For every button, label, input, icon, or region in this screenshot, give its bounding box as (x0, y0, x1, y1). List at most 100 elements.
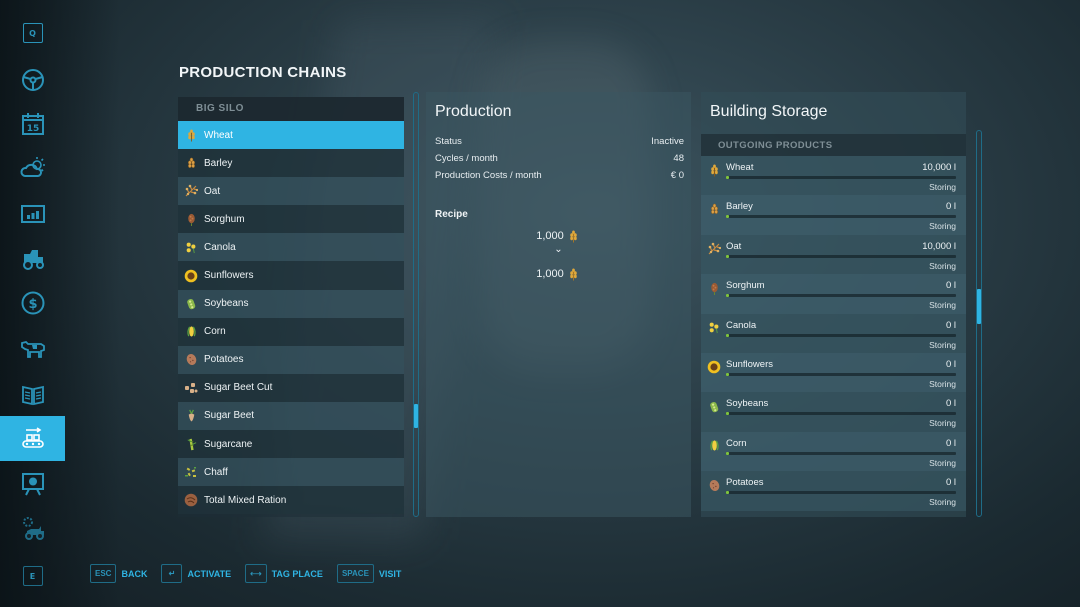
storage-item-sorghum[interactable]: Sorghum 0 l Storing (701, 274, 966, 314)
storage-item-name: Soybeans (726, 398, 769, 410)
storage-item-wheat[interactable]: Wheat 10,000 l Storing (701, 156, 966, 196)
production-list-scroll-thumb[interactable] (414, 404, 418, 429)
list-item-label: Sugar Beet Cut (204, 382, 273, 394)
hint-activate-button[interactable]: ↵ ACTIVATE (161, 564, 231, 583)
list-group-header: BIG SILO (178, 97, 404, 121)
sidebar-item-prices[interactable] (0, 192, 65, 236)
storage-item-name: Potatoes (726, 477, 764, 489)
hint-visit-button[interactable]: SPACE VISIT (336, 564, 402, 583)
corn-icon (184, 325, 198, 339)
sugar-beet-icon (184, 409, 198, 423)
barley-icon (184, 156, 198, 170)
list-item-label: Sorghum (204, 213, 245, 225)
cycles-value: 48 (673, 153, 684, 164)
storage-fill-bar-level (726, 491, 729, 495)
storage-item-amount: 10,000 l (922, 240, 956, 252)
hint-label: ACTIVATE (187, 568, 232, 579)
storage-item-soybeans[interactable]: Soybeans 0 l Storing (701, 392, 966, 432)
storage-item-sunflowers[interactable]: Sunflowers 0 l Storing (701, 352, 966, 393)
sugar-beet-cut-icon (184, 381, 198, 395)
calendar-day: 15 (26, 124, 39, 134)
input-hints-bar: ESC BACK ↵ ACTIVATE ⟷ TAG PLACE SPACE VISIT (90, 564, 415, 583)
list-item-corn[interactable]: Corn (178, 317, 404, 346)
sidebar-item-help[interactable] (0, 462, 65, 506)
storage-item-barley[interactable]: Barley 0 l Storing (701, 195, 966, 235)
sidebar-item-vehicles-map[interactable] (0, 58, 65, 102)
sidebar-item-calendar[interactable]: 15 (0, 102, 65, 146)
storage-item-status: Storing (929, 260, 956, 271)
wheat-icon (567, 267, 581, 281)
hint-label: BACK (121, 568, 148, 579)
storage-item-status: Storing (929, 339, 956, 350)
finances-icon: $ (21, 291, 44, 315)
sidebar-item-production[interactable] (0, 416, 65, 461)
canola-icon (707, 321, 721, 335)
list-item-sunflowers[interactable]: Sunflowers (178, 261, 404, 290)
hint-back-button[interactable]: ESC BACK (90, 564, 147, 583)
list-item-label: Sugar Beet (204, 410, 255, 422)
calendar-icon: 15 (21, 113, 44, 135)
sidebar-item-weather[interactable] (0, 146, 65, 190)
sidebar-item-settings[interactable] (0, 506, 65, 550)
list-item-sugar-beet-cut[interactable]: Sugar Beet Cut (178, 373, 404, 402)
storage-scrollbar[interactable] (976, 130, 982, 517)
hint-tag-place-button[interactable]: ⟷ TAG PLACE (245, 564, 323, 583)
list-item-total-mixed-ration[interactable]: Total Mixed Ration (178, 486, 404, 515)
list-item-oat[interactable]: Oat (178, 177, 404, 206)
sidebar-item-vehicles[interactable] (0, 236, 65, 280)
list-item-sugarcane[interactable]: Sugarcane (178, 430, 404, 459)
oat-icon (184, 184, 198, 198)
recipe-output: 1,000 (426, 267, 691, 281)
sidebar-prev-page-button[interactable]: Q (0, 11, 65, 55)
recipe-arrow-icon: ⌄ (554, 244, 563, 255)
list-item-soybeans[interactable]: Soybeans (178, 289, 404, 318)
hint-label: TAG PLACE (271, 568, 323, 579)
storage-item-amount: 0 l (945, 477, 956, 489)
sugarcane-icon (184, 437, 198, 451)
status-label: Status (435, 136, 462, 147)
storage-item-potatoes[interactable]: Potatoes 0 l Storing (701, 471, 966, 511)
list-item-chaff[interactable]: Chaff (178, 458, 404, 487)
sidebar-item-animals[interactable] (0, 326, 65, 370)
storage-scroll-thumb[interactable] (977, 288, 981, 324)
production-status-row: Status Inactive (435, 136, 684, 147)
list-item-wheat[interactable]: Wheat (178, 121, 404, 150)
sidebar-item-contracts[interactable] (0, 372, 65, 416)
storage-list: Wheat 10,000 l Storing Barley 0 l Storing Oat 1… (701, 156, 966, 511)
list-item-label: Wheat (204, 129, 233, 141)
sidebar-item-finances[interactable]: $ (0, 281, 65, 325)
recipe-input: 1,000 (426, 229, 691, 243)
list-item-canola[interactable]: Canola (178, 233, 404, 262)
key-space-icon: SPACE (336, 564, 374, 583)
list-item-barley[interactable]: Barley (178, 149, 404, 178)
animals-cow-icon (20, 341, 45, 358)
storage-item-amount: 0 l (945, 280, 956, 292)
chaff-icon (184, 465, 198, 479)
storage-item-canola[interactable]: Canola 0 l Storing (701, 313, 966, 353)
storage-item-name: Canola (726, 319, 757, 331)
costs-value: € 0 (670, 170, 684, 181)
production-title: Production (435, 103, 512, 120)
list-item-potatoes[interactable]: Potatoes (178, 345, 404, 374)
storage-fill-bar-level (726, 176, 729, 179)
storage-item-corn[interactable]: Corn 0 l Storing (701, 431, 966, 472)
production-list-scrollbar[interactable] (413, 92, 419, 517)
soybeans-icon (184, 297, 198, 311)
status-value: Inactive (651, 136, 684, 147)
storage-fill-bar (726, 412, 956, 416)
production-panel: Production Status Inactive Cycles / mont… (426, 92, 691, 517)
storage-item-oat[interactable]: Oat 10,000 l Storing (701, 234, 966, 275)
list-item-sugar-beet[interactable]: Sugar Beet (178, 401, 404, 431)
sunflower-icon (184, 269, 198, 283)
storage-item-status: Storing (929, 418, 956, 429)
hint-label: VISIT (378, 568, 402, 579)
weather-icon (20, 157, 45, 177)
storage-item-status: Storing (929, 457, 956, 468)
storage-fill-bar-level (726, 333, 729, 337)
sidebar-next-page-button[interactable]: E (0, 554, 65, 598)
list-item-label: Oat (204, 185, 221, 197)
oat-icon (707, 242, 721, 256)
potato-icon (184, 353, 198, 367)
list-item-label: Potatoes (204, 354, 244, 366)
list-item-sorghum[interactable]: Sorghum (178, 205, 404, 234)
